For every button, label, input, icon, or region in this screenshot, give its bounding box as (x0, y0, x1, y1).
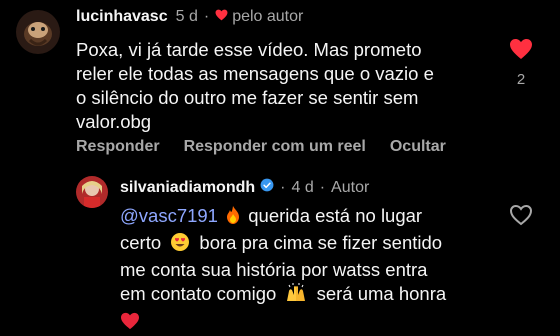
author-label: Autor (331, 178, 370, 196)
username[interactable]: silvaniadiamondh (120, 179, 255, 197)
verified-badge-icon (260, 178, 274, 197)
reply-text: @vasc7191 querida está no lugar certo bo… (120, 204, 446, 336)
red-heart-emoji-icon (120, 312, 140, 336)
fire-emoji-icon (223, 205, 243, 231)
like-heart-outline-icon[interactable] (506, 204, 536, 231)
reply-line: em contato comigo será uma honra (120, 282, 446, 309)
liked-by-author-label: pelo autor (232, 8, 304, 25)
reply-text-segment: bora pra cima se fizer sentido (199, 232, 443, 253)
reply-line: @vasc7191 querida está no lugar (120, 204, 446, 231)
raising-hands-emoji-icon (285, 283, 307, 309)
reply-text-segment: certo (120, 232, 162, 253)
reply-text-segment: em contato comigo (120, 283, 277, 304)
separator-dot: · (280, 178, 286, 196)
timestamp: 4 d (291, 178, 314, 196)
comment-line: reler ele todas as mensagens que o vazio… (76, 63, 434, 84)
separator-dot: · (203, 8, 210, 25)
separator-dot: · (319, 178, 326, 196)
comment-line: o silêncio do outro me fazer se sentir s… (76, 87, 419, 108)
reply-line: certo bora pra cima se fizer sentido (120, 231, 446, 258)
reply-button[interactable]: Responder (76, 138, 160, 156)
comment-line: Poxa, vi já tarde esse vídeo. Mas promet… (76, 39, 422, 60)
like-count[interactable]: 2 (506, 71, 536, 88)
comment-meta: lucinhavasc 5 d · pelo autor (76, 8, 303, 26)
timestamp: 5 d (175, 8, 198, 25)
reply-text-segment: querida está no lugar (248, 205, 423, 226)
comment-line: valor.obg (76, 111, 152, 132)
mention-link[interactable]: @vasc7191 (120, 205, 218, 226)
comment-actions: Responder Responder com um reel Ocultar (76, 138, 470, 156)
username[interactable]: lucinhavasc (76, 8, 168, 26)
reply-line (120, 309, 446, 336)
reply-line: me conta sua história por watss entra (120, 259, 428, 280)
like-heart-icon[interactable] (506, 38, 536, 65)
liked-by-author-heart-icon (215, 8, 228, 26)
avatar[interactable] (16, 10, 60, 54)
reply-meta: silvaniadiamondh · 4 d · Autor (120, 178, 369, 197)
comment-text: Poxa, vi já tarde esse vídeo. Mas promet… (76, 38, 434, 134)
reply-with-reel-button[interactable]: Responder com um reel (184, 138, 366, 156)
avatar[interactable] (76, 176, 108, 208)
hide-button[interactable]: Ocultar (390, 138, 446, 156)
heart-eyes-emoji-icon (170, 232, 190, 258)
like-column (506, 204, 536, 231)
like-column: 2 (506, 38, 536, 88)
reply-text-segment: será uma honra (316, 283, 447, 304)
